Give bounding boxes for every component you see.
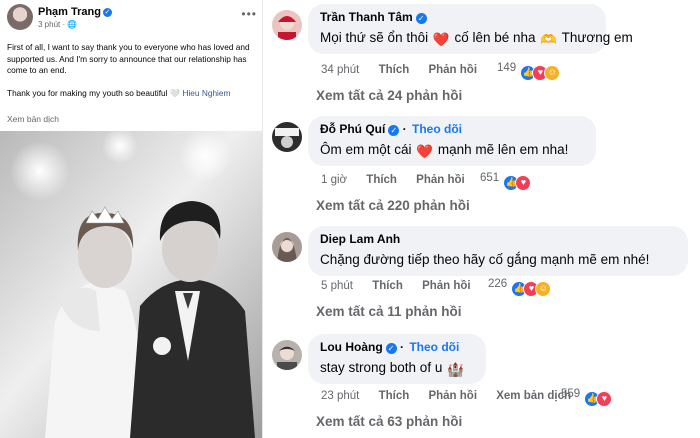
comment-time[interactable]: 34 phút <box>321 64 359 76</box>
verified-badge-icon: ✓ <box>415 13 427 24</box>
hands-emoji-icon: 🫶 <box>540 32 558 47</box>
verified-badge-icon: ✓ <box>102 8 112 17</box>
post-header: Phạm Trang ✓ 3 phút · 🌐 ••• <box>7 4 257 34</box>
wedding-photo-illustration <box>0 131 262 438</box>
reaction-summary[interactable]: 559 👍 ♥ <box>561 388 613 407</box>
comment-list: Trần Thanh Tâm ✓ Mọi thứ sẽ ổn thôi ❤️ cố… <box>266 0 700 438</box>
commenter-name[interactable]: Lou Hoàng ✓ · Theo dõi <box>320 340 474 355</box>
globe-icon: 🌐 <box>67 20 78 29</box>
commenter-name[interactable]: Trần Thanh Tâm ✓ <box>320 10 594 25</box>
comment-actions: 5 phút Thích Phản hồi <box>321 280 487 292</box>
comment-text: stay strong both of u 🏰 <box>320 360 464 377</box>
reaction-count: 559 <box>561 388 581 400</box>
verified-badge-icon: ✓ <box>388 125 400 136</box>
comment-item: Lou Hoàng ✓ · Theo dõi stay strong both o… <box>266 330 700 438</box>
verified-badge-icon: ✓ <box>385 343 397 354</box>
reply-button[interactable]: Phản hồi <box>416 174 465 186</box>
comment-item: Đỗ Phú Quí ✓ · Theo dõi Ôm em một cái ❤️ … <box>266 112 700 220</box>
post-timestamp[interactable]: 3 phút · 🌐 <box>38 20 77 29</box>
post-paragraph-2: Thank you for making my youth so beautif… <box>7 87 231 98</box>
tagged-user-link[interactable]: Hieu Nghiem <box>182 88 230 98</box>
reply-button[interactable]: Phản hồi <box>428 64 477 76</box>
reaction-summary[interactable]: 149 👍 ♥ ☺ <box>497 62 561 81</box>
follow-button[interactable]: Theo dõi <box>412 122 462 136</box>
comment-bubble: Đỗ Phú Quí ✓ · Theo dõi Ôm em một cái ❤️ … <box>308 116 596 166</box>
comment-text: Ôm em một cái ❤️ mạnh mẽ lên em nha! <box>320 142 569 159</box>
heart-emoji-icon: ❤️ <box>416 144 434 159</box>
reaction-count: 226 <box>488 278 508 290</box>
like-button[interactable]: Thích <box>379 390 410 402</box>
comment-text: Mọi thứ sẽ ổn thôi ❤️ cố lên bé nha 🫶 Th… <box>320 30 633 47</box>
like-button[interactable]: Thích <box>366 174 397 186</box>
white-heart-emoji-icon: 🤍 <box>169 87 181 98</box>
comment-bubble: Lou Hoàng ✓ · Theo dõi stay strong both o… <box>308 334 486 384</box>
post-author-name[interactable]: Phạm Trang ✓ <box>38 6 112 18</box>
care-reaction-icon: ☺ <box>535 281 552 297</box>
commenter-avatar[interactable] <box>272 122 302 152</box>
view-replies-link[interactable]: Xem tất cả 63 phản hồi <box>316 414 462 429</box>
reply-button[interactable]: Phản hồi <box>422 280 471 292</box>
commenter-name[interactable]: Đỗ Phú Quí ✓ · Theo dõi <box>320 122 584 137</box>
see-translation-link[interactable]: Xem bản dịch <box>7 114 59 124</box>
comment-actions: 23 phút Thích Phản hồi Xem bản dịch <box>321 390 587 402</box>
like-button[interactable]: Thích <box>379 64 410 76</box>
reaction-summary[interactable]: 651 👍 ♥ <box>480 172 532 191</box>
view-replies-link[interactable]: Xem tất cả 24 phản hồi <box>316 88 462 103</box>
heart-emoji-icon: ❤️ <box>432 32 450 47</box>
post-photo[interactable] <box>0 131 262 438</box>
comment-item: Diep Lam Anh Chặng đường tiếp theo hãy c… <box>266 222 700 330</box>
more-options-icon[interactable]: ••• <box>241 7 257 21</box>
care-reaction-icon: ☺ <box>544 65 561 81</box>
love-reaction-icon: ♥ <box>515 175 532 191</box>
comment-text: Chặng đường tiếp theo hãy cố gắng mạnh m… <box>320 252 650 267</box>
facebook-post: Phạm Trang ✓ 3 phút · 🌐 ••• First of all,… <box>0 0 263 438</box>
follow-button[interactable]: Theo dõi <box>409 340 459 354</box>
post-paragraph-1: First of all, I want to say thank you to… <box>7 42 250 75</box>
comment-actions: 1 giờ Thích Phản hồi <box>321 174 481 186</box>
love-reaction-icon: ♥ <box>596 391 613 407</box>
view-replies-link[interactable]: Xem tất cả 220 phản hồi <box>316 198 470 213</box>
comment-bubble: Trần Thanh Tâm ✓ Mọi thứ sẽ ổn thôi ❤️ cố… <box>308 4 633 54</box>
see-translation-button[interactable]: Xem bản dịch <box>496 390 571 402</box>
reaction-count: 651 <box>480 172 500 184</box>
comment-time[interactable]: 5 phút <box>321 280 353 292</box>
like-button[interactable]: Thích <box>372 280 403 292</box>
comment-actions: 34 phút Thích Phản hồi <box>321 64 493 76</box>
comment-bubble: Diep Lam Anh Chặng đường tiếp theo hãy c… <box>308 226 688 276</box>
commenter-name[interactable]: Diep Lam Anh <box>320 232 676 247</box>
view-replies-link[interactable]: Xem tất cả 11 phản hồi <box>316 304 462 319</box>
post-text: First of all, I want to say thank you to… <box>7 42 259 110</box>
commenter-avatar[interactable] <box>272 340 302 370</box>
author-avatar[interactable] <box>7 4 33 30</box>
reaction-count: 149 <box>497 62 517 74</box>
reply-button[interactable]: Phản hồi <box>428 390 477 402</box>
comment-time[interactable]: 23 phút <box>321 390 359 402</box>
comment-time[interactable]: 1 giờ <box>321 174 347 186</box>
comment-item: Trần Thanh Tâm ✓ Mọi thứ sẽ ổn thôi ❤️ cố… <box>266 0 700 108</box>
commenter-avatar[interactable] <box>272 10 302 40</box>
reaction-summary[interactable]: 226 👍 ♥ ☺ <box>488 278 552 297</box>
commenter-avatar[interactable] <box>272 232 302 262</box>
castle-emoji-icon: 🏰 <box>447 362 464 377</box>
